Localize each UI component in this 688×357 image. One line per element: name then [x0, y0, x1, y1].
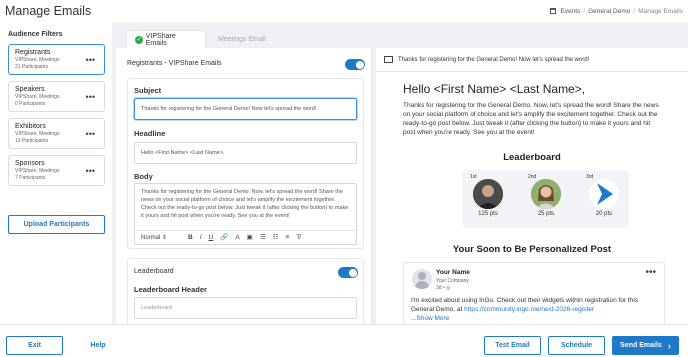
- breadcrumb-separator: /: [633, 7, 636, 15]
- top-bar: Manage Emails Events / General Demo / Ma…: [0, 0, 688, 22]
- headline-input[interactable]: Hello <First Name> <Last Name>,: [134, 142, 357, 164]
- send-emails-button[interactable]: Send Emails ›: [612, 336, 679, 355]
- points-label: 25 pts: [537, 211, 555, 217]
- preview-body: Thanks for registering for the General D…: [403, 102, 659, 136]
- leaderboard-toggle[interactable]: [338, 267, 358, 278]
- post-author-company: Your Company: [436, 278, 469, 284]
- avatar: [589, 179, 619, 209]
- leaderboard-entry: 1st 125 pts: [470, 174, 506, 217]
- tab-label: Meetings Email: [218, 35, 266, 43]
- send-emails-label: Send Emails: [620, 342, 662, 349]
- headline-label: Headline: [134, 129, 166, 138]
- rank-label: 2nd: [528, 174, 537, 180]
- avatar: [473, 179, 503, 209]
- sidebar-title: Audience Filters: [8, 31, 63, 38]
- leaderboard-label: Leaderboard: [134, 268, 174, 275]
- calendar-icon: [550, 8, 557, 14]
- manage-emails-page: Manage Emails Events / General Demo / Ma…: [0, 0, 688, 357]
- rich-text-toolbar: Normal ⇕ B I U 🔗 A ▣ ☰ ☷ ≡ T̸: [135, 230, 356, 244]
- avatar: [531, 179, 561, 209]
- align-icon[interactable]: ≡: [285, 234, 289, 242]
- subject-input[interactable]: Thanks for registering for the General D…: [134, 98, 357, 120]
- body-label: Body: [134, 172, 153, 181]
- breadcrumb-events[interactable]: Events: [560, 8, 580, 15]
- more-options-icon[interactable]: •••: [86, 129, 95, 139]
- breadcrumb-current: Manage Emails: [638, 7, 683, 15]
- exit-button[interactable]: Exit: [6, 336, 63, 355]
- italic-icon[interactable]: I: [200, 234, 202, 242]
- chevron-right-icon: ›: [667, 340, 671, 351]
- rank-label: 1st: [470, 174, 477, 180]
- body-text: Thanks for registering for the General D…: [141, 189, 349, 219]
- leaderboard-card: Leaderboard Leaderboard Header Leaderboa…: [127, 258, 364, 328]
- leaderboard-panel: 1st 125 pts 2nd 25 pts 3rd 20 pts: [462, 170, 629, 228]
- more-options-icon[interactable]: •••: [645, 267, 656, 278]
- subject-label: Subject: [134, 86, 162, 95]
- audience-item-sponsors[interactable]: Sponsors VIPShare, Meetings 7 Participan…: [8, 155, 105, 186]
- tab-vipshare-emails[interactable]: ✓ VIPShare Emails: [126, 30, 206, 48]
- registrants-email-toggle[interactable]: [345, 59, 365, 70]
- preview-subject-bar: Thanks for registering for the General D…: [376, 48, 688, 72]
- tab-label: VIPShare Emails: [145, 32, 176, 47]
- page-title: Manage Emails: [5, 4, 92, 18]
- link-icon[interactable]: 🔗: [220, 234, 228, 242]
- audience-item-exhibitors[interactable]: Exhibitors VIPShare, Meetings 13 Partici…: [8, 118, 105, 149]
- underline-icon[interactable]: U: [209, 234, 214, 242]
- email-preview: Thanks for registering for the General D…: [376, 48, 688, 324]
- more-options-icon[interactable]: •••: [86, 166, 95, 176]
- leaderboard-title: Leaderboard: [503, 152, 561, 163]
- preview-greeting: Hello <First Name> <Last Name>,: [403, 82, 586, 96]
- email-form: Registrants - VIPShare Emails Subject Th…: [116, 48, 372, 328]
- more-options-icon[interactable]: •••: [86, 55, 95, 65]
- tab-meetings-email[interactable]: Meetings Email: [210, 30, 280, 48]
- leaderboard-entry: 2nd 25 pts: [528, 174, 564, 217]
- rank-label: 3rd: [586, 174, 594, 180]
- bullet-list-icon[interactable]: ☷: [273, 234, 279, 242]
- post-time: 3d • ◎: [436, 285, 451, 291]
- leaderboard-header-label: Leaderboard Header: [134, 285, 207, 294]
- post-text: I'm excited about using InGo. Check out …: [411, 297, 639, 322]
- breadcrumb: Events / General Demo / Manage Emails: [550, 8, 683, 15]
- help-button[interactable]: Help: [78, 336, 118, 355]
- audience-item-speakers[interactable]: Speakers VIPShare, Meetings 0 Participan…: [8, 81, 105, 112]
- breadcrumb-event[interactable]: General Demo: [588, 8, 630, 15]
- avatar: [412, 269, 432, 289]
- leaderboard-header-input[interactable]: Leaderboard: [134, 297, 357, 319]
- clear-format-icon[interactable]: T̸: [296, 234, 300, 242]
- footer-bar: Exit Help Test Email Schedule Send Email…: [0, 324, 688, 357]
- leaderboard-entry: 3rd 20 pts: [586, 174, 622, 217]
- audience-filters-sidebar: Audience Filters Registrants VIPShare, M…: [0, 22, 112, 324]
- envelope-icon: [384, 56, 393, 63]
- format-select[interactable]: Normal ⇕: [141, 234, 181, 242]
- body-textarea[interactable]: Thanks for registering for the General D…: [134, 183, 357, 245]
- breadcrumb-separator: /: [583, 7, 586, 15]
- show-more-link[interactable]: ...Show More: [411, 315, 449, 322]
- schedule-button[interactable]: Schedule: [548, 336, 605, 355]
- post-title: Your Soon to Be Personalized Post: [452, 244, 612, 255]
- ordered-list-icon[interactable]: ☰: [260, 234, 266, 242]
- text-color-icon[interactable]: A: [235, 234, 239, 242]
- test-email-button[interactable]: Test Email: [484, 336, 541, 355]
- preview-subject: Thanks for registering for the General D…: [398, 56, 590, 63]
- email-content-card: Subject Thanks for registering for the G…: [127, 78, 364, 249]
- post-link[interactable]: https://community.ingo.me/next-2026-regi…: [464, 306, 594, 313]
- more-options-icon[interactable]: •••: [86, 92, 95, 102]
- bold-icon[interactable]: B: [188, 234, 193, 242]
- post-author-name: Your Name: [436, 269, 470, 276]
- points-label: 125 pts: [478, 211, 498, 217]
- check-circle-icon: ✓: [135, 35, 143, 44]
- upload-participants-button[interactable]: Upload Participants: [8, 215, 105, 234]
- globe-icon: ◎: [446, 285, 451, 291]
- points-label: 20 pts: [595, 211, 613, 217]
- audience-item-registrants[interactable]: Registrants VIPShare, Meetings 21 Partic…: [8, 44, 105, 75]
- image-icon[interactable]: ▣: [247, 234, 253, 242]
- social-post-card: Your Name Your Company 3d • ◎ ••• I'm ex…: [403, 262, 665, 324]
- section-title: Registrants - VIPShare Emails: [127, 60, 222, 67]
